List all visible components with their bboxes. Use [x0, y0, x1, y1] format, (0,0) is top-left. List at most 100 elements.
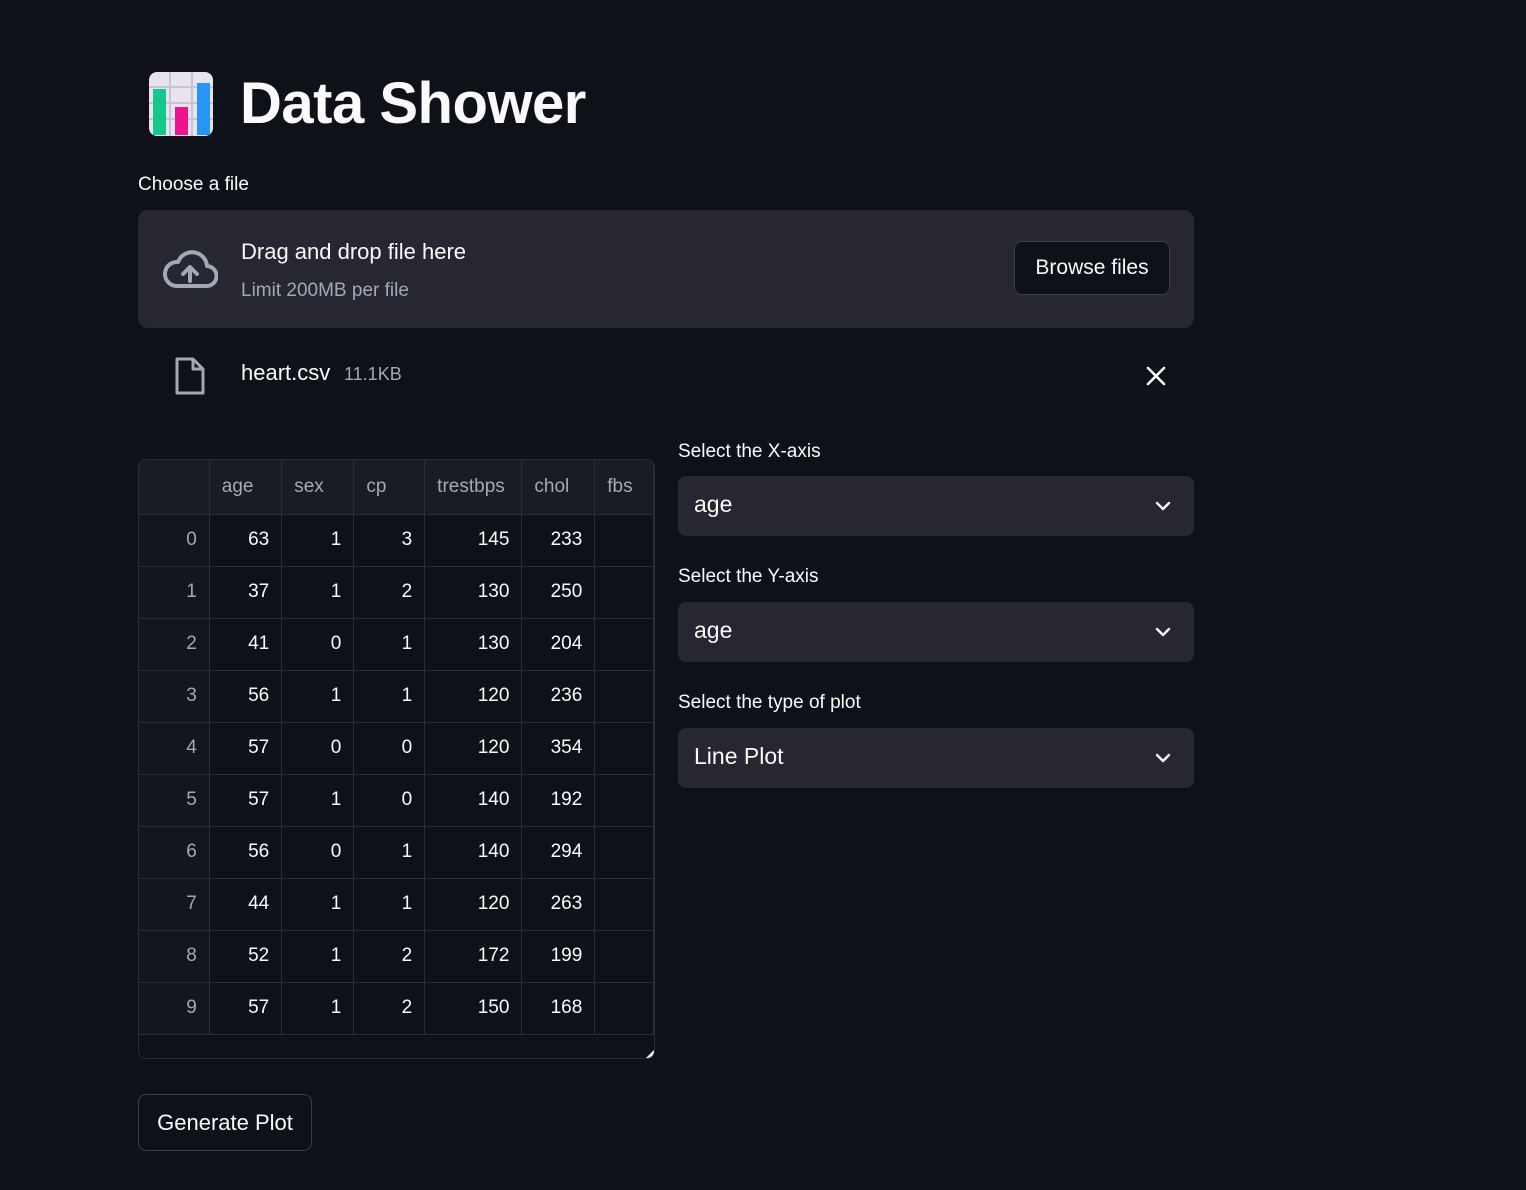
table-cell[interactable]: 233: [521, 514, 596, 567]
x-axis-select[interactable]: age: [678, 476, 1194, 536]
table-cell[interactable]: 0: [281, 722, 355, 775]
table-cell[interactable]: 56: [209, 670, 283, 723]
table-cell[interactable]: 3: [353, 514, 426, 567]
table-cell[interactable]: 44: [209, 878, 283, 931]
table-cell[interactable]: [594, 930, 654, 983]
table-cell[interactable]: [594, 826, 654, 879]
close-icon[interactable]: [1146, 366, 1166, 386]
table-cell[interactable]: [594, 618, 654, 671]
table-cell[interactable]: [594, 514, 654, 567]
table-cell[interactable]: 263: [521, 878, 596, 931]
table-row[interactable]: 8 52 1 2 172 199: [139, 930, 654, 983]
table-cell[interactable]: 199: [521, 930, 596, 983]
file-name: heart.csv: [241, 360, 331, 385]
generate-plot-button[interactable]: Generate Plot: [138, 1094, 312, 1151]
table-cell[interactable]: 1: [281, 514, 355, 567]
file-dropzone[interactable]: Drag and drop file here Limit 200MB per …: [138, 210, 1194, 328]
table-cell[interactable]: 120: [424, 670, 523, 723]
row-index[interactable]: 9: [139, 982, 210, 1035]
table-cell[interactable]: 250: [521, 566, 596, 619]
row-index[interactable]: 7: [139, 878, 210, 931]
table-cell[interactable]: 0: [353, 774, 426, 827]
table-cell[interactable]: 140: [424, 826, 523, 879]
table-cell[interactable]: 1: [353, 670, 426, 723]
table-cell[interactable]: 172: [424, 930, 523, 983]
column-header-age[interactable]: age: [209, 460, 283, 515]
table-cell[interactable]: 130: [424, 618, 523, 671]
table-cell[interactable]: 1: [281, 566, 355, 619]
table-cell[interactable]: 145: [424, 514, 523, 567]
row-index[interactable]: 0: [139, 514, 210, 567]
table-cell[interactable]: 52: [209, 930, 283, 983]
table-cell[interactable]: 2: [353, 566, 426, 619]
table-row[interactable]: 7 44 1 1 120 263: [139, 878, 654, 931]
table-cell[interactable]: 150: [424, 982, 523, 1035]
table-cell[interactable]: 37: [209, 566, 283, 619]
table-cell[interactable]: 192: [521, 774, 596, 827]
table-cell[interactable]: 1: [353, 878, 426, 931]
table-cell[interactable]: [594, 982, 654, 1035]
table-cell[interactable]: 1: [281, 878, 355, 931]
column-header-fbs[interactable]: fbs: [594, 460, 654, 515]
row-index[interactable]: 6: [139, 826, 210, 879]
table-cell[interactable]: 2: [353, 930, 426, 983]
table-cell[interactable]: [594, 878, 654, 931]
table-cell[interactable]: 57: [209, 722, 283, 775]
table-cell[interactable]: 120: [424, 878, 523, 931]
table-cell[interactable]: 41: [209, 618, 283, 671]
table-cell[interactable]: 168: [521, 982, 596, 1035]
plot-type-select[interactable]: Line Plot: [678, 728, 1194, 788]
row-index[interactable]: 2: [139, 618, 210, 671]
table-cell[interactable]: 1: [281, 930, 355, 983]
table-cell[interactable]: [594, 670, 654, 723]
table-cell[interactable]: 294: [521, 826, 596, 879]
file-size: 11.1KB: [344, 364, 402, 384]
table-row[interactable]: 1 37 1 2 130 250: [139, 566, 654, 619]
cloud-upload-icon: [163, 250, 218, 288]
table-cell[interactable]: 57: [209, 982, 283, 1035]
table-cell[interactable]: [594, 774, 654, 827]
row-index[interactable]: 1: [139, 566, 210, 619]
table-cell[interactable]: 2: [353, 982, 426, 1035]
browse-files-button[interactable]: Browse files: [1014, 241, 1170, 295]
column-header-cp[interactable]: cp: [353, 460, 426, 515]
table-cell[interactable]: 0: [281, 826, 355, 879]
table-row[interactable]: 5 57 1 0 140 192: [139, 774, 654, 827]
data-table[interactable]: age sex cp trestbps chol fbs 0 63 1 3 145 233…: [138, 459, 655, 1059]
column-header-index[interactable]: [139, 460, 210, 515]
table-row[interactable]: 3 56 1 1 120 236: [139, 670, 654, 723]
row-index[interactable]: 5: [139, 774, 210, 827]
table-cell[interactable]: 204: [521, 618, 596, 671]
table-cell[interactable]: 1: [281, 670, 355, 723]
table-cell[interactable]: 0: [281, 618, 355, 671]
table-cell[interactable]: [594, 722, 654, 775]
table-cell[interactable]: 1: [281, 774, 355, 827]
table-row[interactable]: 0 63 1 3 145 233: [139, 514, 654, 567]
row-index[interactable]: 3: [139, 670, 210, 723]
table-cell[interactable]: 56: [209, 826, 283, 879]
table-cell[interactable]: 57: [209, 774, 283, 827]
column-header-sex[interactable]: sex: [281, 460, 355, 515]
table-cell[interactable]: 236: [521, 670, 596, 723]
column-header-trestbps[interactable]: trestbps: [424, 460, 523, 515]
table-cell[interactable]: 1: [281, 982, 355, 1035]
row-index[interactable]: 4: [139, 722, 210, 775]
table-row[interactable]: 6 56 0 1 140 294: [139, 826, 654, 879]
table-cell[interactable]: 140: [424, 774, 523, 827]
table-row[interactable]: 4 57 0 0 120 354: [139, 722, 654, 775]
table-cell[interactable]: [594, 566, 654, 619]
table-cell[interactable]: 120: [424, 722, 523, 775]
column-header-chol[interactable]: chol: [521, 460, 596, 515]
table-cell[interactable]: 130: [424, 566, 523, 619]
row-index[interactable]: 8: [139, 930, 210, 983]
table-cell[interactable]: 0: [353, 722, 426, 775]
file-uploader-label: Choose a file: [138, 174, 249, 195]
table-cell[interactable]: 63: [209, 514, 283, 567]
y-axis-select[interactable]: age: [678, 602, 1194, 662]
table-cell[interactable]: 1: [353, 618, 426, 671]
table-cell[interactable]: 1: [353, 826, 426, 879]
table-cell[interactable]: 354: [521, 722, 596, 775]
table-resize-handle[interactable]: [646, 1050, 654, 1058]
table-row[interactable]: 9 57 1 2 150 168: [139, 982, 654, 1035]
table-row[interactable]: 2 41 0 1 130 204: [139, 618, 654, 671]
